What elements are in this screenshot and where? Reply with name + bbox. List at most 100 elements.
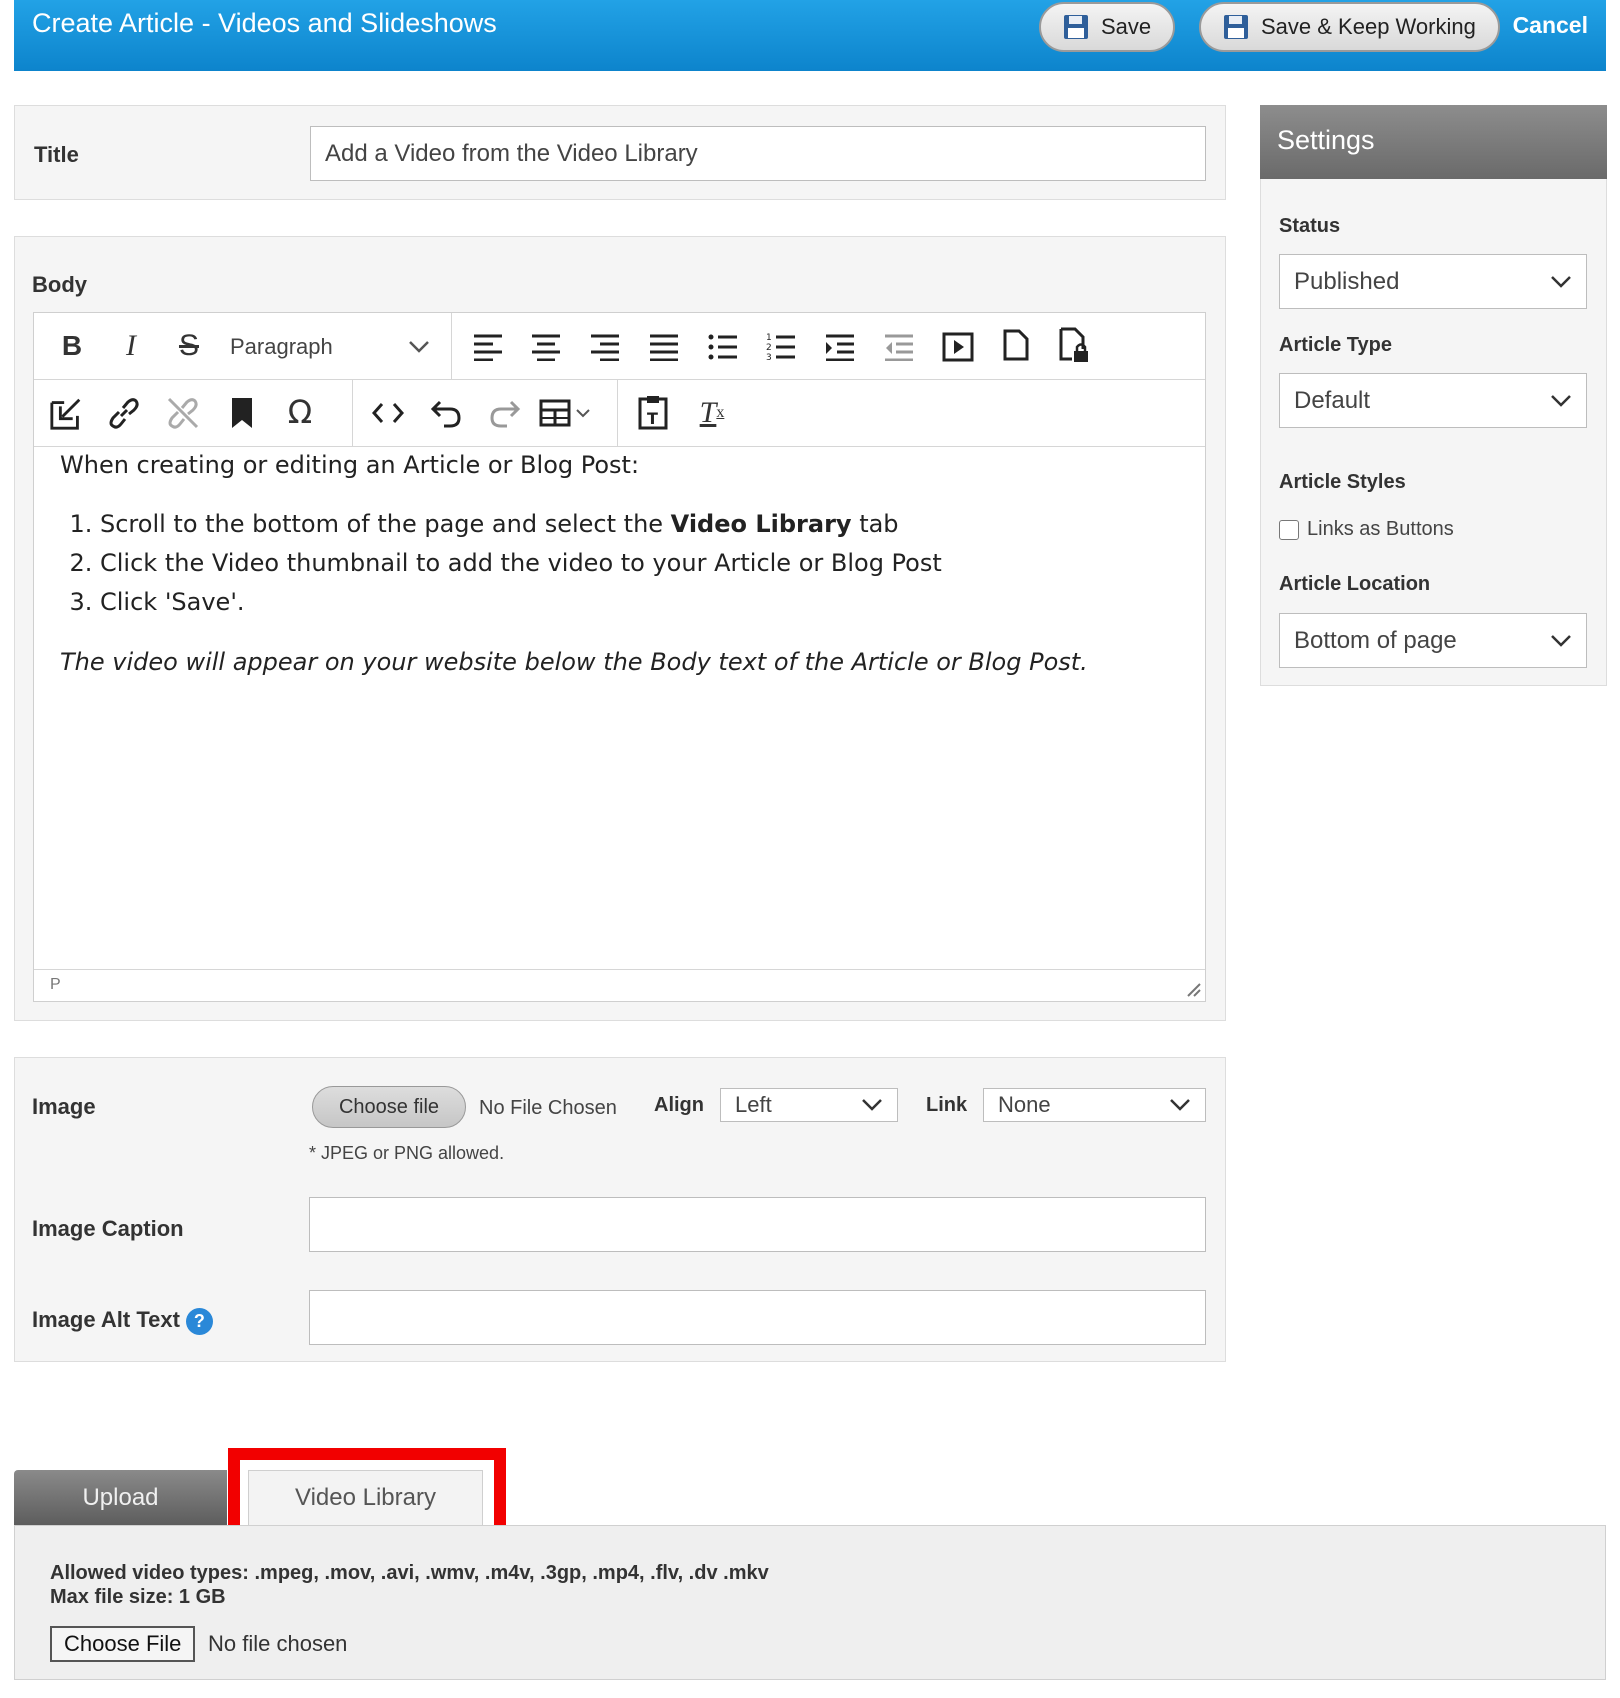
align-select[interactable]: Left: [720, 1088, 898, 1122]
bold-icon[interactable]: B: [54, 328, 90, 364]
status-select[interactable]: Published: [1279, 254, 1587, 309]
title-label: Title: [34, 142, 79, 167]
image-no-file-text: No File Chosen: [479, 1097, 617, 1119]
toolbar-divider: [617, 380, 618, 447]
page-title: Create Article - Videos and Slideshows: [32, 8, 497, 38]
outdent-icon[interactable]: [881, 329, 917, 365]
editor-intro: When creating or editing an Article or B…: [60, 451, 640, 479]
status-select-value: Published: [1294, 267, 1400, 295]
article-type-label: Article Type: [1279, 334, 1392, 356]
toolbar-divider: [451, 313, 452, 380]
list-item: Click the Video thumbnail to add the vid…: [100, 544, 1185, 583]
undo-icon[interactable]: [428, 395, 464, 431]
links-as-buttons-option[interactable]: Links as Buttons: [1279, 518, 1454, 541]
toolbar-divider: [352, 380, 353, 447]
format-select[interactable]: Paragraph: [230, 331, 430, 363]
settings-header: Settings: [1260, 105, 1607, 179]
align-label: Align: [654, 1094, 704, 1116]
page-icon[interactable]: [998, 327, 1034, 363]
links-as-buttons-label: Links as Buttons: [1307, 518, 1454, 540]
page-header: Create Article - Videos and Slideshows S…: [14, 0, 1606, 71]
image-label: Image: [32, 1094, 96, 1119]
indent-icon[interactable]: [822, 329, 858, 365]
align-left-icon[interactable]: [470, 329, 506, 365]
title-input-value: Add a Video from the Video Library: [325, 139, 698, 167]
align-center-icon[interactable]: [528, 329, 564, 365]
image-caption-input[interactable]: [309, 1197, 1206, 1252]
rich-text-editor: B I S Paragraph 123 Ω T T x When creatin…: [33, 312, 1206, 1002]
svg-text:3: 3: [766, 353, 772, 362]
link-label: Link: [926, 1094, 968, 1116]
save-keep-working-label: Save & Keep Working: [1261, 14, 1476, 39]
special-character-icon[interactable]: Ω: [282, 393, 318, 431]
links-as-buttons-checkbox[interactable]: [1279, 519, 1299, 540]
image-alt-text-input[interactable]: [309, 1290, 1206, 1345]
editor-content[interactable]: When creating or editing an Article or B…: [60, 451, 1185, 676]
video-choose-file-button[interactable]: Choose File: [50, 1626, 196, 1662]
image-choose-file-button[interactable]: Choose file: [312, 1086, 466, 1128]
link-select-value: None: [998, 1092, 1051, 1117]
title-input[interactable]: Add a Video from the Video Library: [310, 126, 1206, 181]
editor-statusbar: P: [34, 969, 1205, 1001]
editor-toolbar-row-2: Ω T Tx: [34, 380, 1205, 447]
article-location-label: Article Location: [1279, 573, 1431, 595]
article-type-select[interactable]: Default: [1279, 373, 1587, 428]
max-file-size: Max file size: 1 GB: [50, 1586, 226, 1608]
editor-toolbar-row-1: B I S Paragraph 123: [34, 313, 1205, 380]
bullet-list-icon[interactable]: [705, 329, 741, 365]
body-label: Body: [32, 272, 87, 297]
chevron-down-icon: [1551, 634, 1571, 647]
resize-handle-icon[interactable]: [1185, 981, 1201, 997]
image-caption-label: Image Caption: [32, 1216, 184, 1241]
numbered-list-icon[interactable]: 123: [763, 329, 799, 365]
insert-icon[interactable]: [49, 395, 85, 431]
article-location-select-value: Bottom of page: [1294, 626, 1457, 654]
strikethrough-icon[interactable]: S: [171, 328, 207, 364]
link-select[interactable]: None: [983, 1088, 1206, 1122]
status-label: Status: [1279, 215, 1341, 237]
tab-upload[interactable]: Upload: [14, 1470, 227, 1525]
svg-text:T: T: [647, 409, 658, 428]
list-item: Scroll to the bottom of the page and sel…: [100, 505, 1185, 544]
media-icon[interactable]: [940, 329, 976, 365]
settings-title: Settings: [1277, 125, 1375, 155]
title-panel: Title Add a Video from the Video Library: [14, 105, 1226, 200]
upload-area: Allowed video types: .mpeg, .mov, .avi, …: [14, 1525, 1606, 1680]
upload-info: Allowed video types: .mpeg, .mov, .avi, …: [50, 1561, 769, 1609]
chevron-down-icon: [862, 1099, 882, 1111]
list-item: Click 'Save'.: [100, 583, 1185, 622]
article-type-select-value: Default: [1294, 386, 1371, 414]
link-icon[interactable]: [106, 395, 142, 431]
save-button-label: Save: [1101, 14, 1152, 39]
video-no-file-text: No file chosen: [208, 1631, 348, 1656]
source-code-icon[interactable]: [370, 395, 406, 431]
editor-steps-list: Scroll to the bottom of the page and sel…: [60, 505, 1185, 622]
italic-icon[interactable]: I: [113, 328, 149, 364]
editor-note: The video will appear on your website be…: [60, 648, 1088, 676]
image-alt-text-label: Image Alt Text?: [32, 1307, 213, 1335]
article-styles-label: Article Styles: [1279, 471, 1406, 493]
save-keep-working-button[interactable]: Save & Keep Working: [1199, 2, 1500, 52]
floppy-disk-icon: [1224, 15, 1248, 39]
help-icon[interactable]: ?: [185, 1307, 213, 1335]
cancel-button[interactable]: Cancel: [1513, 12, 1588, 39]
element-path: P: [50, 976, 61, 993]
svg-text:1: 1: [766, 333, 772, 343]
floppy-disk-icon: [1064, 15, 1088, 39]
redo-icon[interactable]: [487, 395, 523, 431]
allowed-video-types: Allowed video types: .mpeg, .mov, .avi, …: [50, 1562, 769, 1584]
align-select-value: Left: [735, 1092, 772, 1117]
paste-text-icon[interactable]: T: [635, 394, 671, 430]
save-button[interactable]: Save: [1039, 2, 1176, 52]
table-icon[interactable]: [537, 395, 597, 431]
align-right-icon[interactable]: [587, 329, 623, 365]
bookmark-icon[interactable]: [224, 395, 260, 431]
article-location-select[interactable]: Bottom of page: [1279, 613, 1587, 668]
align-justify-icon[interactable]: [646, 329, 682, 365]
protected-page-icon[interactable]: [1056, 327, 1092, 363]
unlink-icon[interactable]: [165, 395, 201, 431]
format-select-value: Paragraph: [230, 334, 333, 359]
chevron-down-icon: [1551, 394, 1571, 407]
image-format-note: * JPEG or PNG allowed.: [309, 1143, 505, 1163]
clear-format-icon[interactable]: Tx: [694, 395, 730, 431]
